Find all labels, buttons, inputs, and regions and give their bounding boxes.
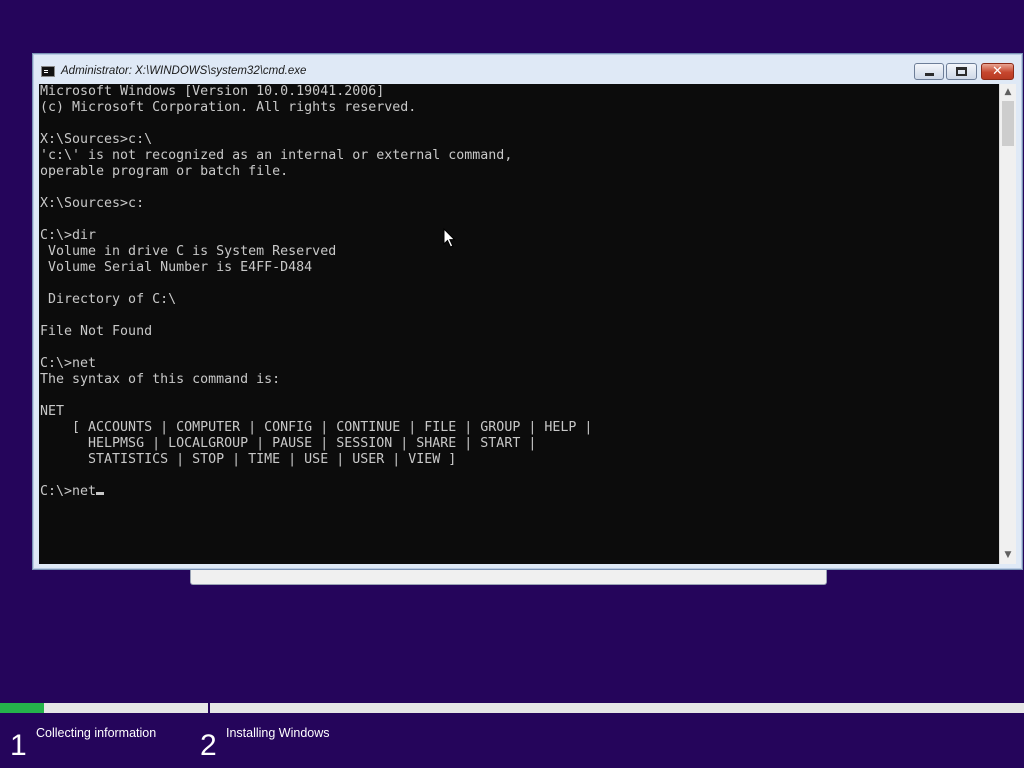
- console-line: File Not Found: [40, 324, 153, 339]
- console-line: Microsoft Windows [Version 10.0.19041.20…: [40, 84, 385, 99]
- console-line: X:\Sources>c:: [40, 196, 145, 211]
- setup-background: Administrator: X:\WINDOWS\system32\cmd.e…: [0, 0, 1024, 768]
- console-line: NET: [40, 404, 65, 419]
- console-line: X:\Sources>c:\: [40, 132, 153, 147]
- progress-fill: [0, 703, 45, 713]
- vertical-scrollbar[interactable]: ▲ ▼: [999, 84, 1016, 564]
- console-line: Volume in drive C is System Reserved: [40, 244, 337, 259]
- console-line: Volume Serial Number is E4FF-D484: [40, 260, 313, 275]
- scroll-thumb[interactable]: [1002, 101, 1014, 146]
- mouse-pointer-icon: [443, 228, 456, 248]
- maximize-button[interactable]: [946, 63, 977, 80]
- scroll-up-arrow-icon[interactable]: ▲: [1000, 84, 1016, 101]
- cmd-window[interactable]: Administrator: X:\WINDOWS\system32\cmd.e…: [32, 53, 1023, 570]
- step-number: 2: [200, 729, 217, 762]
- console-line: The syntax of this command is:: [40, 372, 281, 387]
- close-icon: ✕: [992, 64, 1003, 79]
- console-output[interactable]: Microsoft Windows [Version 10.0.19041.20…: [39, 84, 1016, 564]
- step-label: Collecting information: [36, 726, 157, 740]
- text-cursor: [96, 492, 105, 495]
- console-line: 'c:\' is not recognized as an internal o…: [40, 148, 513, 163]
- setup-progress-bar: [0, 703, 1024, 713]
- console-line: (c) Microsoft Corporation. All rights re…: [40, 100, 417, 115]
- minimize-icon: [925, 73, 934, 76]
- console-line: STATISTICS | STOP | TIME | USE | USER | …: [40, 452, 457, 467]
- console-text: Microsoft Windows [Version 10.0.19041.20…: [40, 84, 592, 500]
- console-line: Directory of C:\: [40, 292, 177, 307]
- console-line: C:\>net: [40, 356, 97, 371]
- maximize-icon: [956, 67, 967, 76]
- console-line: HELPMSG | LOCALGROUP | PAUSE | SESSION |…: [40, 436, 537, 451]
- close-button[interactable]: ✕: [981, 63, 1014, 80]
- progress-step-divider: [208, 703, 210, 713]
- step-label: Installing Windows: [226, 726, 330, 740]
- console-line: [ ACCOUNTS | COMPUTER | CONFIG | CONTINU…: [40, 420, 593, 435]
- prompt-text: C:\>net: [40, 484, 97, 499]
- title-bar[interactable]: Administrator: X:\WINDOWS\system32\cmd.e…: [33, 54, 1022, 84]
- console-line: C:\>dir: [40, 228, 97, 243]
- console-prompt-line[interactable]: C:\>net: [40, 484, 592, 500]
- window-title: Administrator: X:\WINDOWS\system32\cmd.e…: [61, 65, 307, 77]
- cmd-icon[interactable]: [41, 66, 55, 77]
- minimize-button[interactable]: [914, 63, 944, 80]
- step-number: 1: [10, 729, 27, 762]
- scroll-down-arrow-icon[interactable]: ▼: [1000, 547, 1016, 564]
- console-line: operable program or batch file.: [40, 164, 289, 179]
